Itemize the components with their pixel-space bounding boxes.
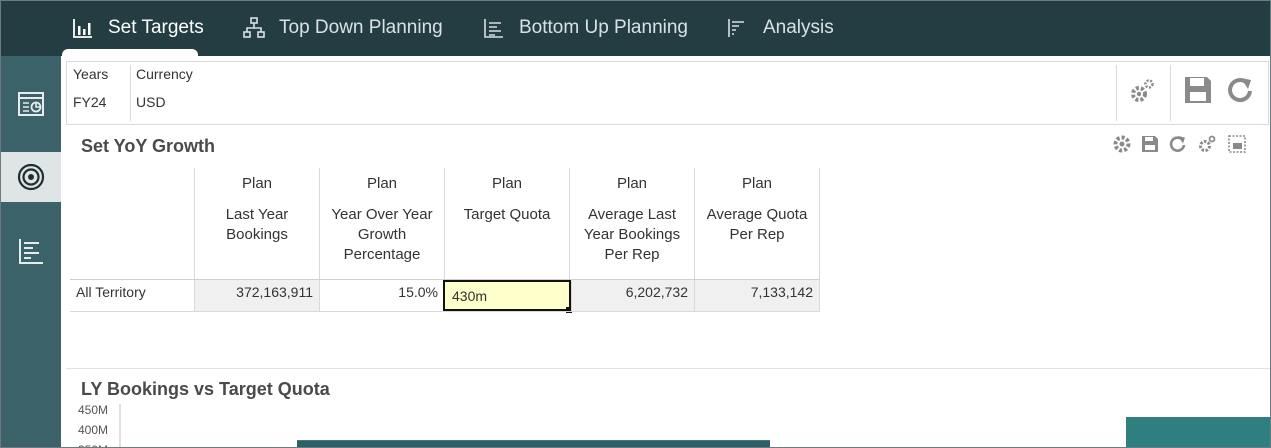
tab-top-down-planning[interactable]: Top Down Planning (243, 0, 443, 56)
column-plan-label: Plan (491, 175, 523, 192)
hierarchy-icon (243, 17, 265, 38)
column-name: Target Quota (463, 206, 551, 223)
column-header-last-year-bookings[interactable]: Plan Last Year Bookings (194, 168, 319, 280)
pov-save-button[interactable] (1180, 72, 1216, 108)
column-name: Average Last Year Bookings Per Rep (583, 206, 681, 263)
pov-gears-button[interactable] (1126, 74, 1160, 108)
settings-icon (1113, 135, 1131, 153)
target-icon (17, 163, 44, 191)
active-tab-indicator (62, 49, 198, 58)
refresh-icon (1169, 136, 1186, 152)
years-label: Years (73, 66, 109, 82)
section-divider (66, 368, 1271, 369)
left-rail (0, 56, 61, 448)
panel-gears-button[interactable] (1197, 134, 1217, 154)
panel-settings-button[interactable] (1112, 134, 1132, 154)
column-header-target-quota[interactable]: Plan Target Quota (444, 168, 569, 280)
pov-years[interactable]: Years FY24 (67, 62, 129, 124)
column-name: Year Over Year Growth Percentage (331, 206, 433, 263)
y-tick-label: 400M (78, 423, 108, 437)
pov-bar: Years FY24 Currency USD (66, 61, 1269, 125)
gears-icon (1131, 79, 1154, 102)
dashboard-report-icon (17, 92, 44, 116)
row-header-all-territory[interactable]: All Territory (76, 284, 146, 300)
rail-item-list[interactable] (0, 226, 61, 276)
panel-refresh-button[interactable] (1168, 134, 1188, 154)
column-name: Last Year Bookings (225, 206, 289, 243)
save-icon (1142, 136, 1158, 152)
list-bars-icon (18, 239, 43, 264)
rail-item-targets[interactable] (0, 152, 61, 202)
column-header-avg-ly-bookings-per-rep[interactable]: Plan Average Last Year Bookings Per Rep (569, 168, 694, 280)
y-tick-label: 350M (78, 443, 108, 448)
analysis-list-icon (728, 19, 744, 37)
panel-maximize-button[interactable] (1227, 134, 1247, 154)
tab-set-targets[interactable]: Set Targets (72, 0, 204, 56)
cell-yoy-growth[interactable]: 15.0% (319, 280, 444, 311)
tab-label: Analysis (763, 17, 834, 38)
bookings-vs-quota-chart: 450M 400M 350M (78, 403, 1271, 448)
bar-chart-icon (73, 19, 92, 38)
chart-title: LY Bookings vs Target Quota (81, 379, 330, 399)
years-value[interactable]: FY24 (73, 94, 106, 110)
currency-label: Currency (136, 66, 193, 82)
column-plan-label: Plan (616, 175, 648, 192)
save-icon (1185, 77, 1211, 103)
column-plan-label: Plan (241, 175, 273, 192)
chart-bar[interactable] (1126, 417, 1271, 448)
column-plan-label: Plan (741, 175, 773, 192)
tab-label: Top Down Planning (279, 17, 443, 38)
rail-item-dashboard[interactable] (0, 79, 61, 129)
tab-label: Bottom Up Planning (519, 17, 688, 38)
cell-last-year-bookings[interactable]: 372,163,911 (194, 280, 319, 311)
column-header-avg-quota-per-rep[interactable]: Plan Average Quota Per Rep (694, 168, 820, 280)
top-navigation-bar: Set Targets Top Down Planning Bottom Up … (0, 0, 1271, 58)
pov-refresh-button[interactable] (1222, 72, 1258, 108)
pov-currency[interactable]: Currency USD (130, 62, 220, 124)
cell-target-quota-input[interactable]: 430m (443, 280, 571, 311)
tab-analysis[interactable]: Analysis (727, 0, 834, 56)
column-header-yoy-growth[interactable]: Plan Year Over Year Growth Percentage (319, 168, 444, 280)
cell-avg-quota-per-rep[interactable]: 7,133,142 (694, 280, 820, 311)
currency-value[interactable]: USD (136, 94, 166, 110)
row-divider (70, 311, 820, 312)
tab-bottom-up-planning[interactable]: Bottom Up Planning (483, 0, 688, 56)
panel-title: Set YoY Growth (81, 136, 216, 156)
gears-icon (1199, 135, 1216, 152)
pov-divider (1116, 65, 1117, 121)
list-tree-icon (484, 19, 503, 38)
y-tick-label: 450M (78, 403, 108, 417)
pov-divider (1170, 65, 1171, 121)
maximize-icon (1228, 135, 1246, 153)
tab-label: Set Targets (108, 17, 204, 38)
cell-avg-ly-bookings-per-rep[interactable]: 6,202,732 (571, 280, 694, 311)
chart-bar[interactable] (297, 440, 770, 448)
column-name: Average Quota Per Rep (706, 206, 808, 243)
panel-save-button[interactable] (1140, 134, 1160, 154)
refresh-icon (1228, 78, 1252, 102)
column-plan-label: Plan (366, 175, 398, 192)
